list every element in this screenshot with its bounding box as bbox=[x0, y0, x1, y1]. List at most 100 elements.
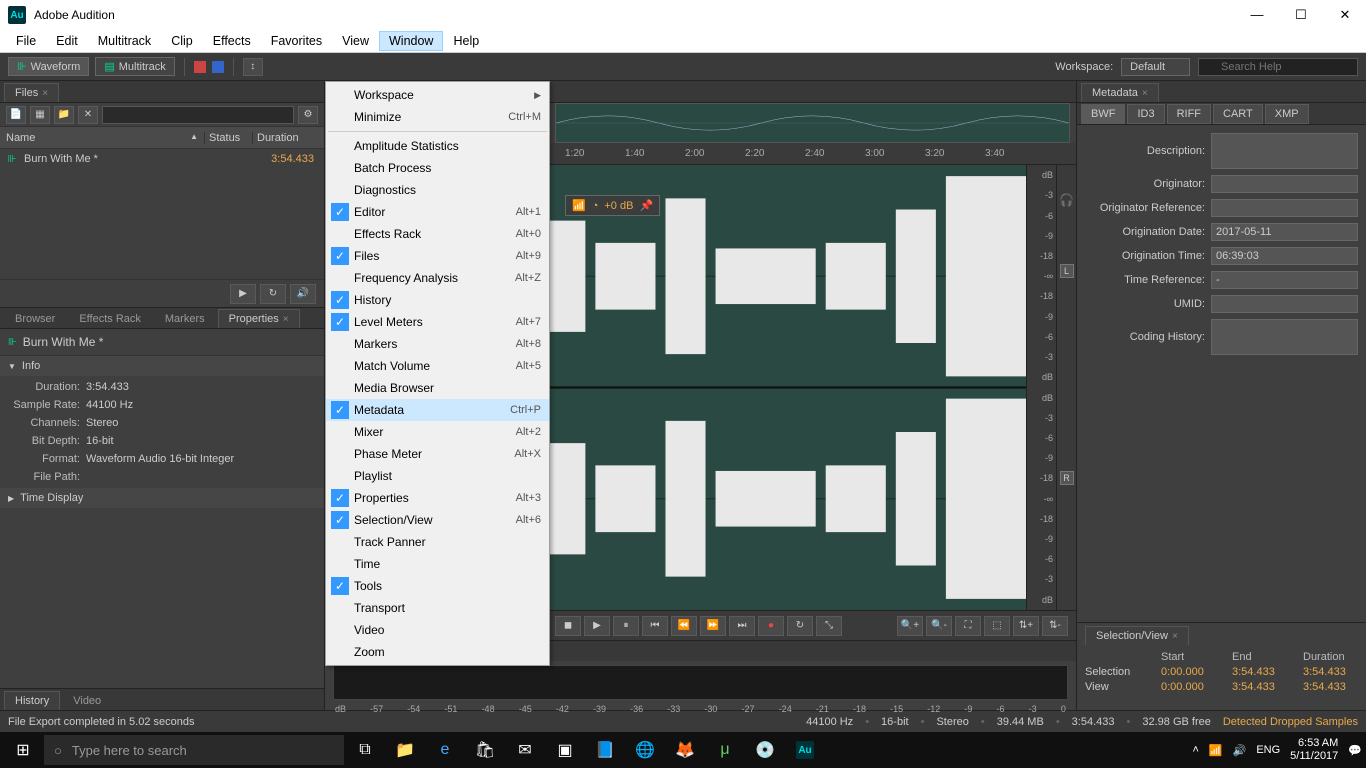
selview-value[interactable]: 3:54.433 bbox=[1232, 681, 1287, 693]
channel-left-button[interactable]: L bbox=[1060, 264, 1074, 278]
menu-favorites[interactable]: Favorites bbox=[261, 31, 332, 51]
record-button[interactable]: ● bbox=[758, 616, 784, 636]
menu-item-frequency-analysis[interactable]: Frequency AnalysisAlt+Z bbox=[326, 267, 549, 289]
menu-effects[interactable]: Effects bbox=[203, 31, 261, 51]
tool-move[interactable]: ↕ bbox=[243, 58, 263, 76]
menu-multitrack[interactable]: Multitrack bbox=[88, 31, 161, 51]
spectral-freq-toggle[interactable] bbox=[194, 61, 206, 73]
menu-item-mixer[interactable]: MixerAlt+2 bbox=[326, 421, 549, 443]
pause-button[interactable]: ⏸ bbox=[613, 616, 639, 636]
skip-selection-button[interactable]: ⤡ bbox=[816, 616, 842, 636]
menu-item-effects-rack[interactable]: Effects RackAlt+0 bbox=[326, 223, 549, 245]
info-section-header[interactable]: ▼ Info bbox=[0, 356, 324, 376]
metadata-subtab-xmp[interactable]: XMP bbox=[1265, 104, 1309, 124]
open-file-button[interactable]: 📄 bbox=[6, 106, 26, 124]
hud-gain-value[interactable]: +0 bbox=[604, 200, 617, 212]
menu-item-minimize[interactable]: MinimizeCtrl+M bbox=[326, 106, 549, 128]
skip-back-button[interactable]: ⏮ bbox=[642, 616, 668, 636]
waveform-mode-button[interactable]: ⊪ Waveform bbox=[8, 57, 89, 76]
zoom-in-vert-button[interactable]: ⇅+ bbox=[1013, 616, 1039, 636]
tab-browser[interactable]: Browser bbox=[4, 309, 66, 328]
waveform-overview[interactable] bbox=[555, 103, 1070, 143]
rewind-button[interactable]: ⏪ bbox=[671, 616, 697, 636]
close-icon[interactable]: × bbox=[42, 88, 48, 99]
selview-value[interactable]: 3:54.433 bbox=[1232, 666, 1287, 678]
window-maximize-button[interactable]: ☐ bbox=[1288, 7, 1314, 23]
taskbar-search[interactable]: ○ Type here to search bbox=[44, 735, 344, 765]
filter-button[interactable]: ⚙ bbox=[298, 106, 318, 124]
tab-properties[interactable]: Properties× bbox=[218, 309, 300, 328]
menu-item-media-browser[interactable]: Media Browser bbox=[326, 377, 549, 399]
loop-button[interactable]: ↻ bbox=[260, 284, 286, 304]
play-button[interactable]: ▶ bbox=[230, 284, 256, 304]
col-duration[interactable]: Duration bbox=[252, 132, 324, 144]
metadata-subtab-bwf[interactable]: BWF bbox=[1081, 104, 1125, 124]
taskbar-app-word[interactable]: 📘 bbox=[586, 734, 624, 766]
multitrack-mode-button[interactable]: ▤ Multitrack bbox=[95, 57, 174, 76]
hud-overlay[interactable]: 📶 ◔ +0 dB 📌 bbox=[565, 195, 660, 216]
menu-item-workspace[interactable]: Workspace▶ bbox=[326, 84, 549, 106]
time-display-section-header[interactable]: ▶ Time Display bbox=[0, 488, 324, 508]
skip-forward-button[interactable]: ⏭ bbox=[729, 616, 755, 636]
metadata-input[interactable]: 2017-05-11 bbox=[1211, 223, 1358, 241]
zoom-out-button[interactable]: 🔍- bbox=[926, 616, 952, 636]
selview-value[interactable]: 3:54.433 bbox=[1303, 681, 1358, 693]
loop-button[interactable]: ↻ bbox=[787, 616, 813, 636]
task-view-button[interactable]: ⧉ bbox=[346, 734, 384, 766]
tray-clock[interactable]: 6:53 AM 5/11/2017 bbox=[1290, 737, 1338, 763]
taskbar-app-explorer[interactable]: 📁 bbox=[386, 734, 424, 766]
menu-item-time[interactable]: Time bbox=[326, 553, 549, 575]
files-search-input[interactable] bbox=[102, 106, 294, 124]
menu-file[interactable]: File bbox=[6, 31, 46, 51]
menu-item-properties[interactable]: ✓PropertiesAlt+3 bbox=[326, 487, 549, 509]
metadata-input[interactable] bbox=[1211, 319, 1358, 355]
menu-item-phase-meter[interactable]: Phase MeterAlt+X bbox=[326, 443, 549, 465]
menu-item-level-meters[interactable]: ✓Level MetersAlt+7 bbox=[326, 311, 549, 333]
zoom-full-button[interactable]: ⛶ bbox=[955, 616, 981, 636]
menu-clip[interactable]: Clip bbox=[161, 31, 203, 51]
tab-video[interactable]: Video bbox=[62, 691, 112, 710]
tray-network-icon[interactable]: 📶 bbox=[1209, 744, 1223, 757]
menu-item-selection/view[interactable]: ✓Selection/ViewAlt+6 bbox=[326, 509, 549, 531]
channel-right-button[interactable]: R bbox=[1060, 471, 1074, 485]
autoplay-button[interactable]: 🔊 bbox=[290, 284, 316, 304]
close-file-button[interactable]: ✕ bbox=[78, 106, 98, 124]
selview-value[interactable]: 0:00.000 bbox=[1161, 666, 1216, 678]
taskbar-app-chrome[interactable]: 🌐 bbox=[626, 734, 664, 766]
menu-view[interactable]: View bbox=[332, 31, 379, 51]
menu-item-metadata[interactable]: ✓MetadataCtrl+P bbox=[326, 399, 549, 421]
menu-item-markers[interactable]: MarkersAlt+8 bbox=[326, 333, 549, 355]
search-help-input[interactable] bbox=[1198, 58, 1358, 76]
zoom-selection-button[interactable]: ⬚ bbox=[984, 616, 1010, 636]
tray-notifications-icon[interactable]: 💬 bbox=[1348, 744, 1362, 757]
metadata-input[interactable] bbox=[1211, 295, 1358, 313]
menu-item-zoom[interactable]: Zoom bbox=[326, 641, 549, 663]
menu-item-batch-process[interactable]: Batch Process bbox=[326, 157, 549, 179]
menu-help[interactable]: Help bbox=[443, 31, 489, 51]
menu-item-transport[interactable]: Transport bbox=[326, 597, 549, 619]
metadata-input[interactable]: 06:39:03 bbox=[1211, 247, 1358, 265]
tray-language[interactable]: ENG bbox=[1256, 744, 1280, 756]
menu-item-amplitude-statistics[interactable]: Amplitude Statistics bbox=[326, 135, 549, 157]
headphone-icon[interactable]: 🎧 bbox=[1059, 193, 1074, 207]
window-close-button[interactable]: ✕ bbox=[1332, 7, 1358, 23]
taskbar-app-store[interactable]: 🛍 bbox=[466, 734, 504, 766]
selection-view-tab[interactable]: Selection/View× bbox=[1085, 626, 1189, 645]
taskbar-app-firefox[interactable]: 🦊 bbox=[666, 734, 704, 766]
menu-item-video[interactable]: Video bbox=[326, 619, 549, 641]
menu-item-history[interactable]: ✓History bbox=[326, 289, 549, 311]
menu-item-match-volume[interactable]: Match VolumeAlt+5 bbox=[326, 355, 549, 377]
menu-edit[interactable]: Edit bbox=[46, 31, 88, 51]
gain-knob-icon[interactable]: ◔ bbox=[592, 200, 599, 212]
file-row[interactable]: ⊪Burn With Me *3:54.433 bbox=[0, 149, 324, 169]
taskbar-app-audition[interactable]: Au bbox=[786, 734, 824, 766]
tray-up-icon[interactable]: ˄ bbox=[1192, 744, 1198, 756]
play-button[interactable]: ▶ bbox=[584, 616, 610, 636]
stop-button[interactable]: ◼ bbox=[555, 616, 581, 636]
import-button[interactable]: 📁 bbox=[54, 106, 74, 124]
start-button[interactable]: ⊞ bbox=[4, 734, 42, 766]
metadata-subtab-cart[interactable]: CART bbox=[1213, 104, 1263, 124]
metadata-input[interactable] bbox=[1211, 199, 1358, 217]
selview-value[interactable]: 0:00.000 bbox=[1161, 681, 1216, 693]
menu-item-playlist[interactable]: Playlist bbox=[326, 465, 549, 487]
